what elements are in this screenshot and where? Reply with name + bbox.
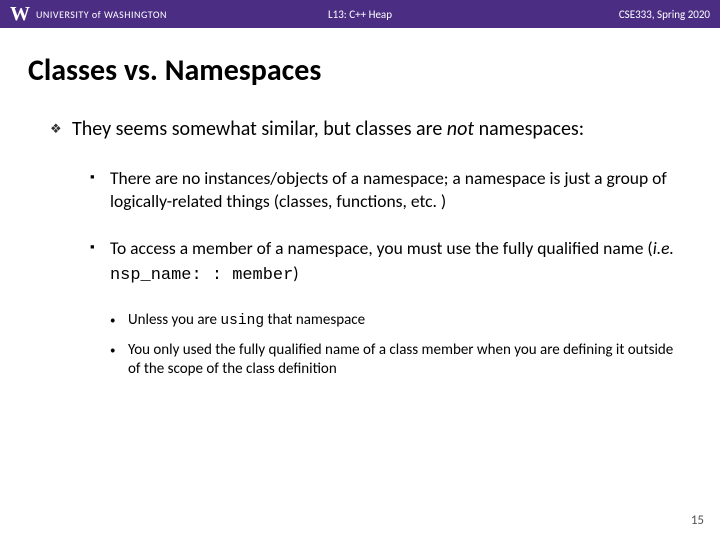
page-number: 15 xyxy=(691,513,704,528)
bullet-main: ❖ They seems somewhat similar, but class… xyxy=(50,117,680,143)
slide-title: Classes vs. Namespaces xyxy=(28,52,720,89)
lecture-label: L13: C++ Heap xyxy=(328,8,392,21)
bullet-main-text: They seems somewhat similar, but classes… xyxy=(72,117,584,143)
bullet-subsub-2: • You only used the fully qualified name… xyxy=(110,341,680,380)
uw-logo: W xyxy=(10,3,30,26)
course-label: CSE333, Spring 2020 xyxy=(619,8,710,21)
bullet-sub-2: ▪ To access a member of a namespace, you… xyxy=(90,237,680,287)
bullet-sub-1: ▪ There are no instances/objects of a na… xyxy=(90,167,680,213)
slide-content: ❖ They seems somewhat similar, but class… xyxy=(0,117,720,380)
bullet-subsub-1-text: Unless you are using that namespace xyxy=(128,311,365,331)
university-name: UNIVERSITY of WASHINGTON xyxy=(36,8,167,21)
slide-header: W UNIVERSITY of WASHINGTON L13: C++ Heap… xyxy=(0,0,720,28)
square-bullet-icon: ▪ xyxy=(90,237,110,287)
bullet-sub-2-text: To access a member of a namespace, you m… xyxy=(110,237,680,287)
bullet-subsub-1: • Unless you are using that namespace xyxy=(110,311,680,331)
square-bullet-icon: ▪ xyxy=(90,167,110,213)
dot-bullet-icon: • xyxy=(110,341,128,380)
diamond-bullet-icon: ❖ xyxy=(50,117,72,143)
dot-bullet-icon: • xyxy=(110,311,128,331)
bullet-subsub-2-text: You only used the fully qualified name o… xyxy=(128,341,680,380)
bullet-sub-1-text: There are no instances/objects of a name… xyxy=(110,167,680,213)
